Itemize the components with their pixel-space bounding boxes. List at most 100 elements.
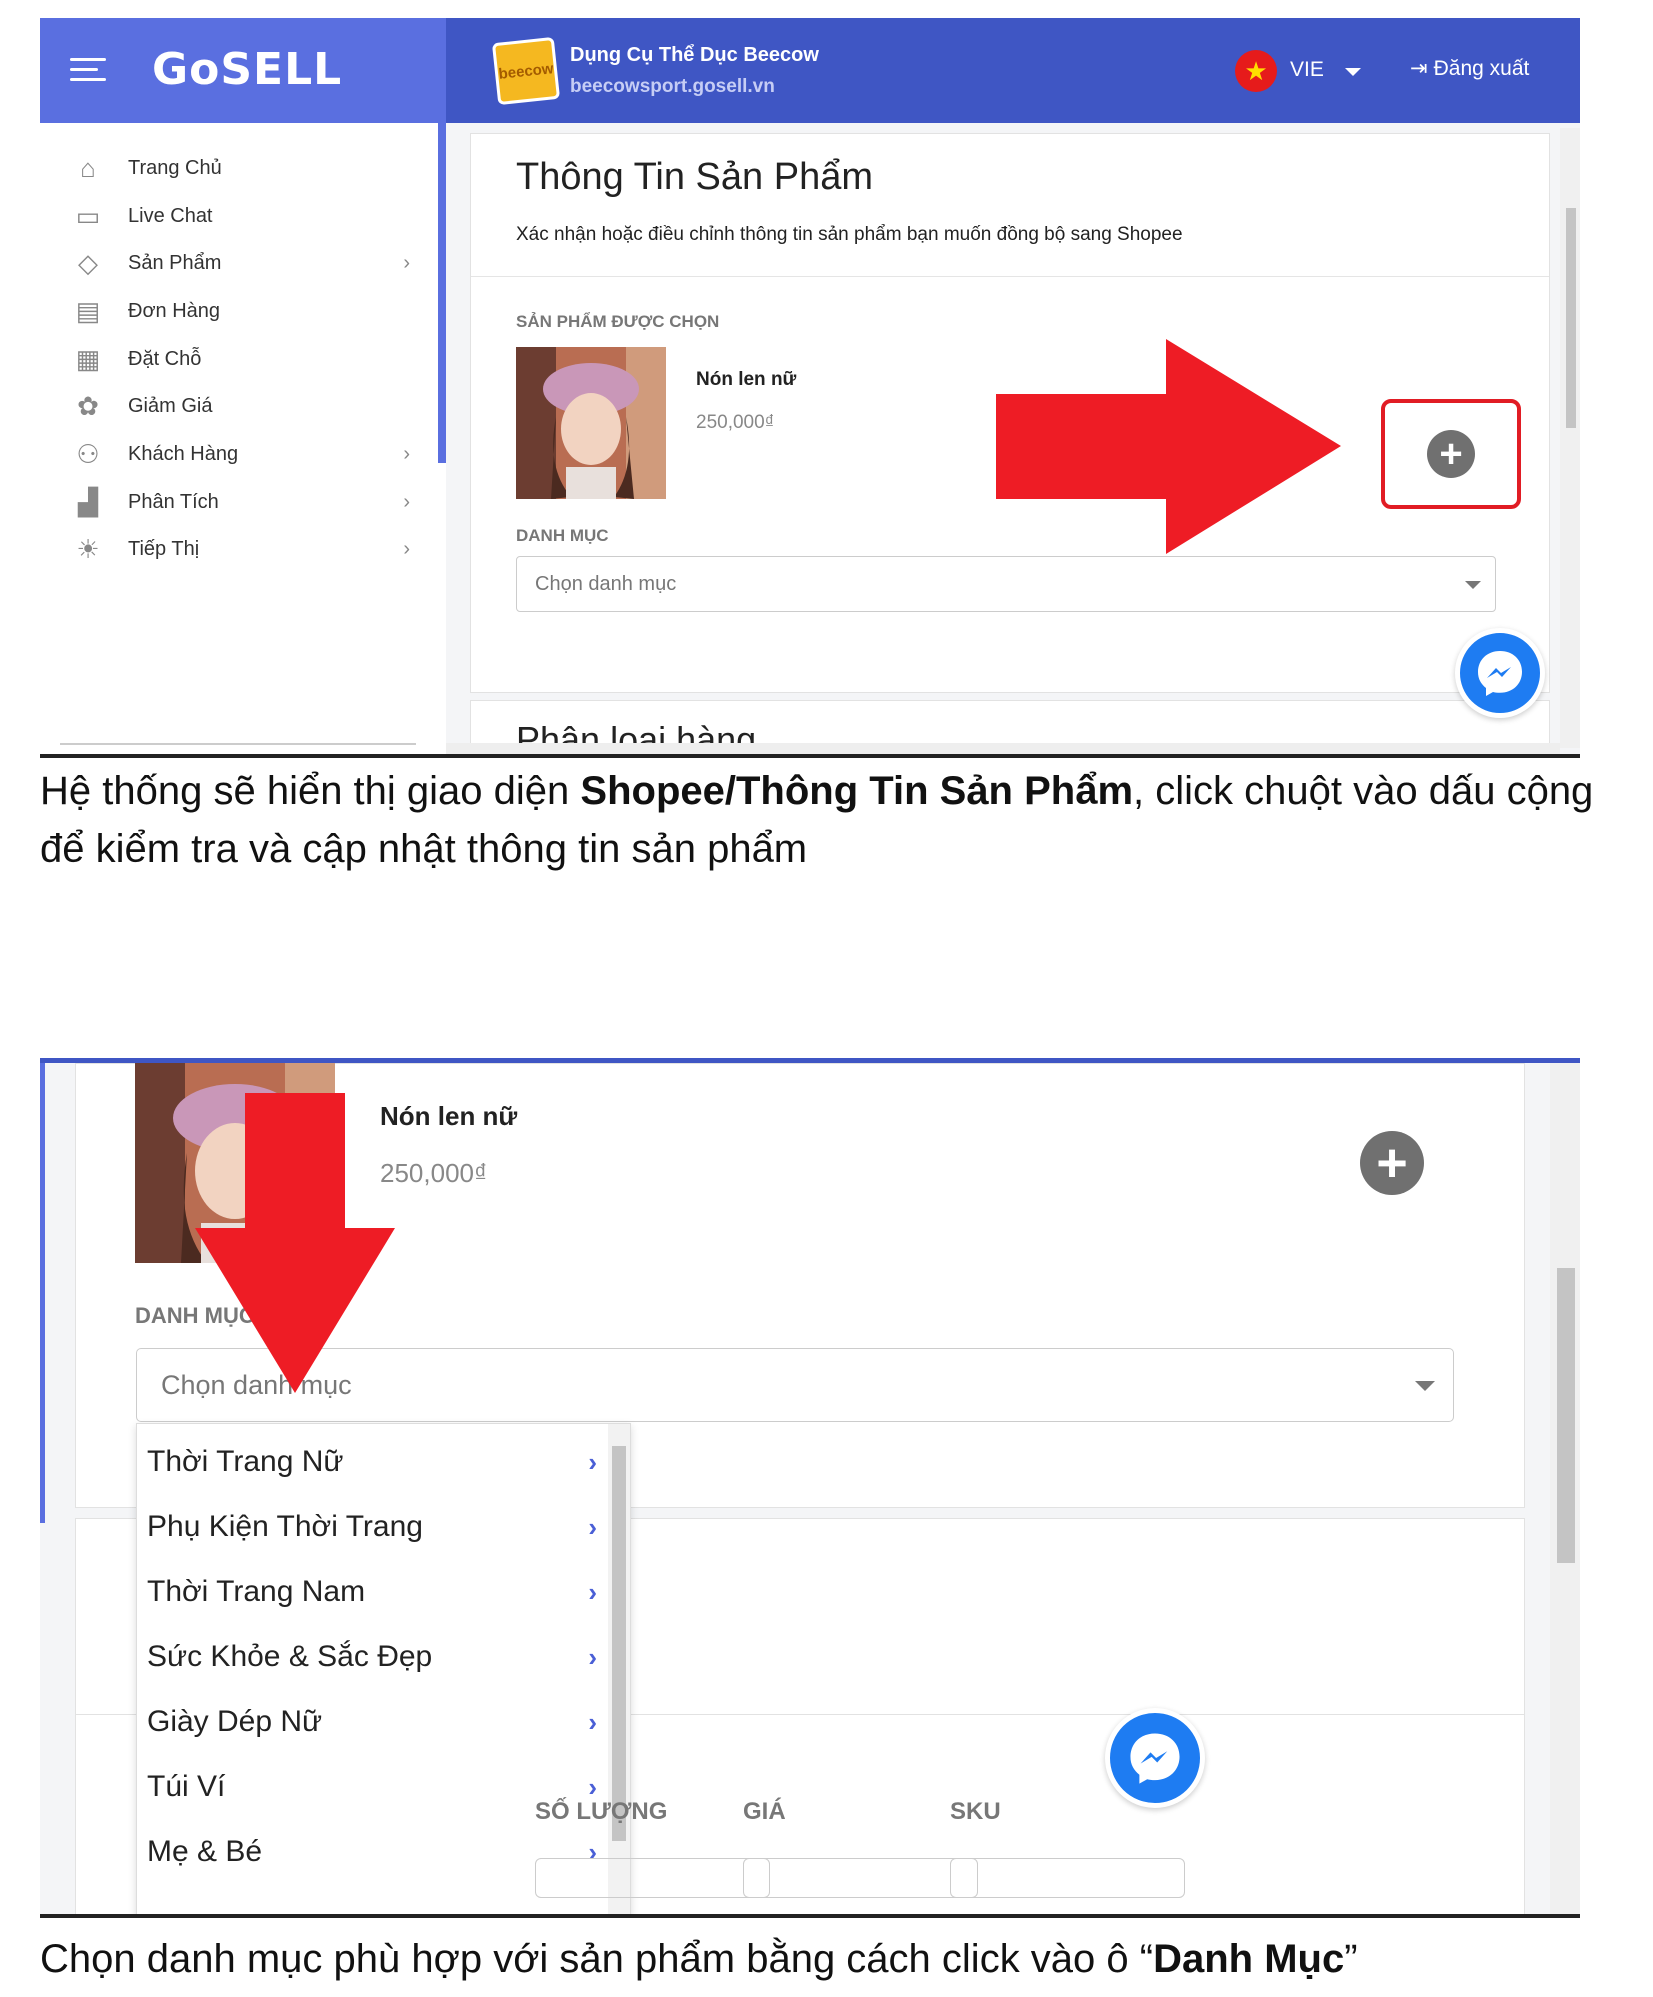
gosell-logo[interactable]: GoSELL — [152, 44, 342, 95]
screenshot-product-info: GoSELL beecow Dụng Cụ Thể Dục Beecow bee… — [40, 18, 1580, 758]
sidebar-item[interactable]: ▦ Đặt Chỗ — [70, 339, 410, 379]
scrollbar-thumb[interactable] — [1566, 208, 1576, 428]
vertical-scrollbar[interactable] — [1550, 1063, 1580, 1914]
home-icon: ⌂ — [80, 152, 96, 183]
caption-2-suffix: ” — [1344, 1937, 1358, 1981]
price-input[interactable] — [743, 1858, 978, 1898]
dropdown-option[interactable]: Thời Trang Nam › — [147, 1564, 597, 1620]
dropdown-option[interactable]: Giày Dép Nữ › — [147, 1694, 597, 1750]
chevron-right-icon: › — [588, 1576, 597, 1607]
scrollbar-thumb[interactable] — [1557, 1268, 1575, 1563]
sidebar-item-label: Phân Tích — [128, 490, 219, 513]
quantity-column-header: SỐ LƯỢNG — [535, 1798, 668, 1825]
product-price: 250,000₫ — [696, 412, 775, 433]
scrollbar-thumb[interactable] — [612, 1446, 626, 1841]
sidebar-item[interactable]: ▭ Live Chat — [70, 196, 410, 236]
customers-icon: ⚇ — [76, 438, 100, 469]
messenger-icon[interactable] — [1455, 628, 1545, 718]
shop-url[interactable]: beecowsport.gosell.vn — [570, 76, 775, 98]
shop-name: Dụng Cụ Thể Dục Beecow — [570, 44, 819, 66]
product-name: Nón len nữ — [380, 1101, 518, 1131]
chat-icon: ▭ — [75, 200, 101, 231]
chevron-right-icon: › — [588, 1511, 597, 1542]
sidebar-item[interactable]: ▤ Đơn Hàng — [70, 291, 410, 331]
product-info-card: Thông Tin Sản Phẩm Xác nhận hoặc điều ch… — [470, 133, 1550, 693]
chevron-down-icon — [1465, 581, 1481, 589]
sidebar-item-label: Trang Chủ — [128, 156, 222, 179]
vietnam-flag-icon[interactable]: ★ — [1235, 50, 1277, 92]
caption-1-bold: Shopee/Thông Tin Sản Phẩm — [580, 769, 1134, 813]
brand-zone: GoSELL — [40, 18, 446, 123]
analytics-icon: ▟ — [78, 486, 98, 517]
dropdown-option[interactable]: Sức Khỏe & Sắc Đẹp › — [147, 1629, 597, 1685]
dropdown-scrollbar[interactable] — [608, 1424, 630, 1914]
sku-column-header: SKU — [950, 1798, 1001, 1825]
page-subtitle: Xác nhận hoặc điều chỉnh thông tin sản p… — [516, 224, 1183, 245]
dropdown-option-label: Túi Ví — [147, 1770, 226, 1803]
price-column-header: GIÁ — [743, 1798, 786, 1825]
logout-label: Đăng xuất — [1433, 57, 1530, 80]
dropdown-option-label: Giày Dép Nữ — [147, 1705, 323, 1738]
left-accent-bar — [40, 1063, 45, 1523]
sidebar-item-label: Đặt Chỗ — [128, 347, 202, 370]
add-plus-icon[interactable]: + — [1427, 430, 1475, 478]
category-placeholder: Chọn danh mục — [535, 572, 677, 595]
sidebar-item-label: Đơn Hàng — [128, 299, 221, 322]
dropdown-option-label: Sức Khỏe & Sắc Đẹp — [147, 1640, 433, 1673]
category-select[interactable]: Chọn danh mục — [516, 556, 1496, 612]
dropdown-option[interactable]: Mẹ & Bé › — [147, 1824, 597, 1880]
product-name: Nón len nữ — [696, 369, 797, 390]
chevron-right-icon: › — [403, 490, 410, 513]
sidebar-accent-bar — [438, 123, 446, 463]
logout-icon: ⇥ — [1410, 57, 1428, 80]
caption-2-prefix: Chọn danh mục phù hợp với sản phẩm bằng … — [40, 1937, 1154, 1981]
bulb-icon: ☀ — [76, 533, 100, 564]
chevron-right-icon: › — [403, 537, 410, 560]
dropdown-option-label: Thời Trang Nam — [147, 1575, 366, 1608]
chevron-down-icon — [1415, 1381, 1435, 1391]
sku-input[interactable] — [950, 1858, 1185, 1898]
sidebar-item[interactable]: ◇ Sản Phẩm › — [70, 243, 410, 283]
sidebar-item-label: Khách Hàng — [128, 442, 239, 465]
chevron-right-icon: › — [588, 1641, 597, 1672]
sidebar-item[interactable]: ⌂ Trang Chủ — [70, 148, 410, 188]
sidebar-item-label: Sản Phẩm — [128, 251, 222, 274]
sidebar-item[interactable]: ⚇ Khách Hàng › — [70, 434, 410, 474]
receipt-icon: ▤ — [75, 295, 101, 326]
chevron-right-icon: › — [588, 1446, 597, 1477]
messenger-icon[interactable] — [1105, 1708, 1205, 1808]
chevron-right-icon: › — [403, 442, 410, 465]
discount-icon: ✿ — [77, 390, 99, 421]
sidebar-item[interactable]: ▟ Phân Tích › — [70, 482, 410, 522]
sidebar-item[interactable]: ✿ Giảm Giá — [70, 386, 410, 426]
chevron-right-icon: › — [403, 251, 410, 274]
vertical-scrollbar[interactable] — [1560, 128, 1580, 748]
horizontal-scrollbar[interactable] — [446, 743, 1560, 754]
caption-1-prefix: Hệ thống sẽ hiển thị giao diện — [40, 769, 581, 813]
caption-2-bold: Danh Mục — [1153, 1937, 1345, 1981]
tag-icon: ◇ — [78, 247, 98, 278]
red-arrow-right-icon — [996, 339, 1346, 559]
category-dropdown: Thời Trang Nữ › Phụ Kiện Thời Trang › Thời T… — [136, 1423, 631, 1914]
sidebar-item-label: Tiếp Thị — [128, 537, 200, 560]
category-label: DANH MỤC — [516, 526, 609, 545]
sidebar-item-label: Live Chat — [128, 204, 213, 227]
sidebar-divider — [60, 743, 416, 745]
add-plus-icon[interactable]: + — [1360, 1131, 1424, 1195]
sidebar-item-label: Giảm Giá — [128, 394, 213, 417]
menu-icon[interactable] — [70, 58, 106, 82]
screenshot-category-dropdown: Nón len nữ 250,000₫ + DANH MỤC Chọn danh… — [40, 1058, 1580, 1918]
top-bar: GoSELL beecow Dụng Cụ Thể Dục Beecow bee… — [40, 18, 1580, 123]
dropdown-option[interactable]: Túi Ví › — [147, 1759, 597, 1815]
quantity-input[interactable] — [535, 1858, 770, 1898]
caption-step-2: Chọn danh mục phù hợp với sản phẩm bằng … — [40, 1930, 1620, 1988]
selected-product-label: SẢN PHẨM ĐƯỢC CHỌN — [516, 312, 720, 331]
language-selector[interactable]: VIE — [1290, 58, 1324, 82]
plus-highlight-box: + — [1381, 399, 1521, 509]
logout-button[interactable]: ⇥ Đăng xuất — [1410, 56, 1529, 81]
sidebar-item[interactable]: ☀ Tiếp Thị › — [70, 529, 410, 569]
caret-down-icon[interactable] — [1345, 68, 1361, 76]
dropdown-option[interactable]: Thời Trang Nữ › — [147, 1434, 597, 1490]
dropdown-option[interactable]: Phụ Kiện Thời Trang › — [147, 1499, 597, 1555]
chevron-right-icon: › — [588, 1706, 597, 1737]
